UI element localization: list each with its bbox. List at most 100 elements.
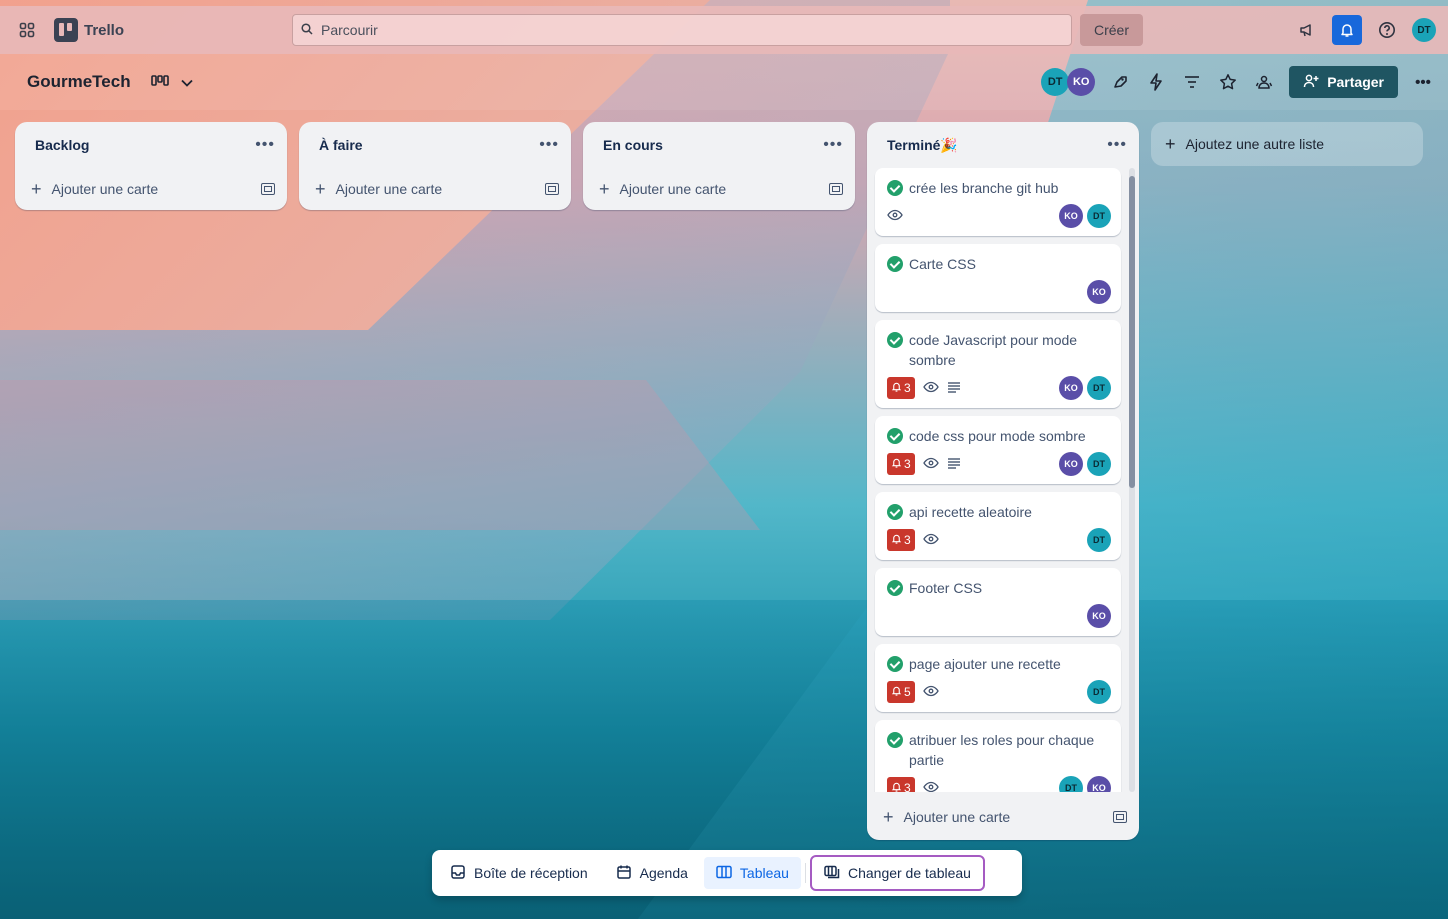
watch-eye-icon <box>922 457 939 472</box>
card-list[interactable]: crée les branche git hub KO DT Carte CSS … <box>867 168 1139 792</box>
list-menu-icon[interactable]: ••• <box>255 136 275 154</box>
card-member-avatar[interactable]: KO <box>1059 452 1083 476</box>
watch-eye-icon <box>922 685 939 700</box>
card-member-avatar[interactable]: DT <box>1087 452 1111 476</box>
agenda-tab[interactable]: Agenda <box>604 857 700 889</box>
create-button[interactable]: Créer <box>1080 14 1144 46</box>
member-avatar-ko[interactable]: KO <box>1067 68 1096 96</box>
card[interactable]: atribuer les roles pour chaque partie 3 D… <box>875 720 1121 792</box>
board-title[interactable]: GourmeTech <box>27 72 131 92</box>
completed-check-icon[interactable] <box>887 504 903 520</box>
card[interactable]: code css pour mode sombre 3 KO DT <box>875 416 1121 484</box>
bell-icon <box>891 533 902 547</box>
completed-check-icon[interactable] <box>887 732 903 748</box>
star-icon[interactable] <box>1217 71 1239 93</box>
automation-lightning-icon[interactable] <box>1145 71 1167 93</box>
card-member-avatar[interactable]: DT <box>1087 528 1111 552</box>
card-title: api recette aleatoire <box>909 504 1032 520</box>
inbox-icon <box>450 864 466 883</box>
card-members: KO DT <box>1059 204 1111 228</box>
card[interactable]: Carte CSS KO <box>875 244 1121 312</box>
watch-eye-icon <box>887 209 903 224</box>
list-title[interactable]: À faire <box>319 137 539 153</box>
card-template-icon[interactable] <box>1113 811 1127 823</box>
card-member-avatar[interactable]: DT <box>1059 776 1083 792</box>
add-card-button[interactable]: + Ajouter une carte <box>583 168 855 210</box>
completed-check-icon[interactable] <box>887 656 903 672</box>
card-member-avatar[interactable]: KO <box>1087 776 1111 792</box>
card-member-avatar[interactable]: DT <box>1087 680 1111 704</box>
divider <box>804 863 806 883</box>
board-view-selector[interactable] <box>150 74 193 91</box>
share-button[interactable]: Partager <box>1289 66 1398 98</box>
card[interactable]: Footer CSS KO <box>875 568 1121 636</box>
card-title: Footer CSS <box>909 580 983 596</box>
add-card-label: Ajouter une carte <box>903 809 1011 825</box>
inbox-tab[interactable]: Boîte de réception <box>438 857 600 889</box>
bell-icon <box>891 457 902 471</box>
add-card-label: Ajouter une carte <box>51 181 159 197</box>
completed-check-icon[interactable] <box>887 180 903 196</box>
description-icon <box>947 457 961 472</box>
help-icon[interactable] <box>1372 15 1402 45</box>
card[interactable]: page ajouter une recette 5 DT <box>875 644 1121 712</box>
card-member-avatar[interactable]: KO <box>1087 280 1111 304</box>
search-bar[interactable] <box>292 14 1072 46</box>
trello-logo[interactable]: Trello <box>54 18 124 42</box>
app-switcher-icon[interactable] <box>12 15 42 45</box>
bell-icon <box>891 781 902 792</box>
add-card-button[interactable]: + Ajouter une carte <box>867 796 1139 838</box>
add-card-button[interactable]: + Ajouter une carte <box>15 168 287 210</box>
scrollbar-thumb[interactable] <box>1129 176 1135 488</box>
power-ups-rocket-icon[interactable] <box>1109 71 1131 93</box>
add-list-button[interactable]: + Ajoutez une autre liste <box>1151 122 1423 166</box>
list-a-faire: À faire ••• + Ajouter une carte <box>299 122 571 210</box>
completed-check-icon[interactable] <box>887 332 903 348</box>
card-member-avatar[interactable]: DT <box>1087 376 1111 400</box>
card-template-icon[interactable] <box>829 183 843 195</box>
card-members: DT <box>1087 528 1111 552</box>
notifications-bell-icon[interactable] <box>1332 15 1362 45</box>
card-member-avatar[interactable]: KO <box>1059 376 1083 400</box>
megaphone-icon[interactable] <box>1292 15 1322 45</box>
list-menu-icon[interactable]: ••• <box>823 136 843 154</box>
board-icon <box>716 865 732 882</box>
list-title[interactable]: En cours <box>603 137 823 153</box>
card-template-icon[interactable] <box>261 183 275 195</box>
top-navigation-bar: Trello Créer DT <box>0 6 1448 54</box>
list-menu-icon[interactable]: ••• <box>1107 136 1127 154</box>
board-members[interactable]: DT KO <box>1041 68 1096 96</box>
card[interactable]: api recette aleatoire 3 DT <box>875 492 1121 560</box>
bottom-navigation: Boîte de réception Agenda Tableau Change… <box>432 850 1022 896</box>
chevron-down-icon <box>180 75 193 90</box>
notification-count: 5 <box>904 685 911 699</box>
card-template-icon[interactable] <box>545 183 559 195</box>
card-member-avatar[interactable]: DT <box>1087 204 1111 228</box>
search-input[interactable] <box>321 22 1063 38</box>
add-card-label: Ajouter une carte <box>335 181 443 197</box>
switch-board-tab[interactable]: Changer de tableau <box>809 855 985 891</box>
list-title[interactable]: Terminé🎉 <box>887 137 1107 154</box>
card-title: crée les branche git hub <box>909 180 1059 196</box>
card-member-avatar[interactable]: KO <box>1059 204 1083 228</box>
card[interactable]: crée les branche git hub KO DT <box>875 168 1121 236</box>
completed-check-icon[interactable] <box>887 428 903 444</box>
more-options-icon[interactable]: ••• <box>1412 71 1434 93</box>
completed-check-icon[interactable] <box>887 580 903 596</box>
user-avatar[interactable]: DT <box>1412 18 1436 42</box>
card[interactable]: code Javascript pour mode sombre 3 KO DT <box>875 320 1121 408</box>
notification-count: 3 <box>904 781 911 792</box>
list-menu-icon[interactable]: ••• <box>539 136 559 154</box>
visibility-team-icon[interactable] <box>1253 71 1275 93</box>
board-label: Tableau <box>739 865 789 881</box>
add-card-button[interactable]: + Ajouter une carte <box>299 168 571 210</box>
inbox-label: Boîte de réception <box>474 865 588 881</box>
plus-icon: + <box>1165 133 1176 154</box>
board-tab[interactable]: Tableau <box>703 857 801 889</box>
filter-icon[interactable] <box>1181 71 1203 93</box>
member-avatar-dt[interactable]: DT <box>1041 68 1070 96</box>
add-card-label: Ajouter une carte <box>619 181 727 197</box>
completed-check-icon[interactable] <box>887 256 903 272</box>
card-member-avatar[interactable]: KO <box>1087 604 1111 628</box>
list-title[interactable]: Backlog <box>35 137 255 153</box>
